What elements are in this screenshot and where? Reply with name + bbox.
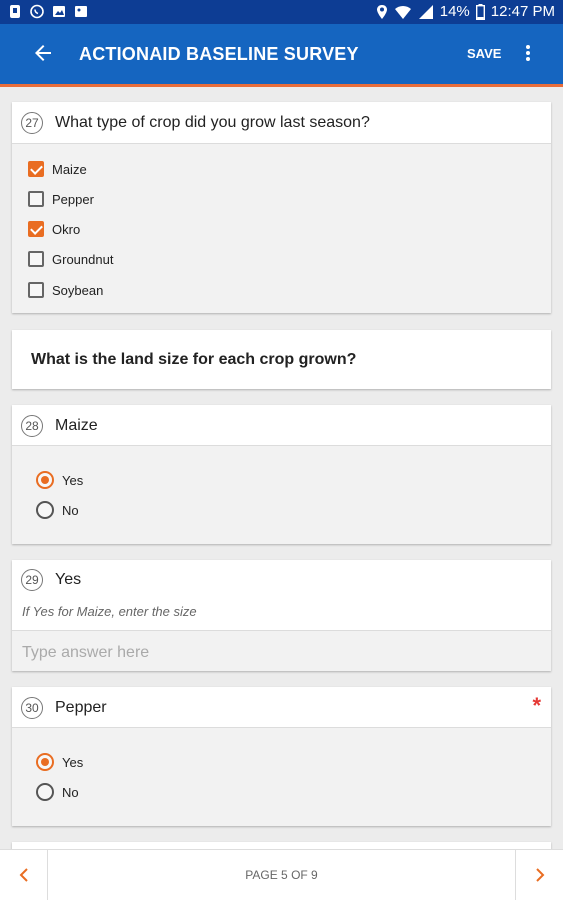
checkbox[interactable] (28, 251, 44, 267)
radio-option-no[interactable]: No (36, 501, 79, 519)
radio-option-yes[interactable]: Yes (36, 753, 83, 771)
page-indicator: PAGE 5 OF 9 (245, 868, 318, 882)
question-card-28: 28 Maize Yes No (12, 405, 551, 544)
app-title: ACTIONAID BASELINE SURVEY (79, 44, 359, 64)
save-button[interactable]: SAVE (467, 46, 501, 61)
option-label: No (62, 502, 79, 518)
checkbox[interactable] (28, 191, 44, 207)
answer-input[interactable]: Type answer here (22, 644, 149, 662)
question-header: 28 Maize (12, 405, 551, 446)
gallery-icon (75, 6, 87, 17)
question-text: Maize (55, 417, 98, 434)
question-text: Yes (55, 571, 82, 588)
battery-percentage: 14% (439, 3, 470, 20)
required-asterisk: * (532, 693, 541, 718)
radio-option-yes[interactable]: Yes (36, 471, 83, 489)
option-label: No (62, 784, 79, 800)
question-card-27: 27 What type of crop did you grow last s… (12, 102, 551, 313)
radio-button[interactable] (36, 753, 54, 771)
battery-icon (475, 3, 485, 20)
pagination-bar: PAGE 5 OF 9 (0, 849, 563, 900)
location-icon (376, 4, 387, 19)
notification-icons (8, 4, 88, 19)
system-icons: 14% 12:47 PM (376, 3, 555, 20)
question-hint: If Yes for Maize, enter the size (22, 604, 197, 619)
radio-button[interactable] (36, 471, 54, 489)
signal-icon (418, 4, 433, 19)
sim-card-icon (10, 5, 20, 18)
next-page-button[interactable] (515, 850, 563, 900)
checkbox-option-maize[interactable]: Maize (28, 161, 87, 177)
chevron-right-icon (536, 868, 545, 882)
back-arrow-icon[interactable] (31, 41, 55, 65)
option-label: Groundnut (52, 251, 114, 267)
checkbox-option-pepper[interactable]: Pepper (28, 191, 94, 207)
app-bar-accent-line (0, 84, 563, 87)
question-header: 27 What type of crop did you grow last s… (12, 102, 551, 144)
radio-button[interactable] (36, 501, 54, 519)
checkbox-option-okro[interactable]: Okro (28, 221, 80, 237)
radio-button[interactable] (36, 783, 54, 801)
question-number: 30 (21, 697, 43, 719)
status-bar: 14% 12:47 PM (0, 0, 563, 24)
question-card-29: 29 Yes If Yes for Maize, enter the size … (12, 560, 551, 671)
question-header: 29 Yes If Yes for Maize, enter the size (12, 560, 551, 631)
option-label: Pepper (52, 191, 94, 207)
whatsapp-icon (30, 4, 44, 19)
question-header: 30 Pepper * (12, 687, 551, 728)
option-label: Soybean (52, 282, 104, 298)
wifi-icon (394, 5, 411, 19)
more-vert-icon[interactable] (520, 41, 536, 65)
image-icon (53, 6, 65, 17)
question-card-30: 30 Pepper * Yes No (12, 687, 551, 826)
app-bar: ACTIONAID BASELINE SURVEY SAVE (0, 24, 563, 84)
option-label: Yes (62, 754, 84, 770)
clock: 12:47 PM (490, 3, 555, 20)
checkbox[interactable] (28, 161, 44, 177)
checkbox[interactable] (28, 282, 44, 298)
checkbox[interactable] (28, 221, 44, 237)
checkbox-option-groundnut[interactable]: Groundnut (28, 251, 113, 267)
checkbox-option-soybean[interactable]: Soybean (28, 282, 103, 298)
option-label: Maize (52, 161, 87, 177)
question-number: 28 (21, 415, 43, 437)
section-title: What is the land size for each crop grow… (31, 351, 357, 368)
question-number: 27 (21, 112, 43, 134)
question-number: 29 (21, 569, 43, 591)
option-label: Yes (62, 472, 84, 488)
option-label: Okro (52, 221, 81, 237)
section-header-card: What is the land size for each crop grow… (12, 330, 551, 389)
radio-option-no[interactable]: No (36, 783, 79, 801)
question-text: Pepper (55, 699, 107, 716)
question-text: What type of crop did you grow last seas… (55, 114, 370, 131)
